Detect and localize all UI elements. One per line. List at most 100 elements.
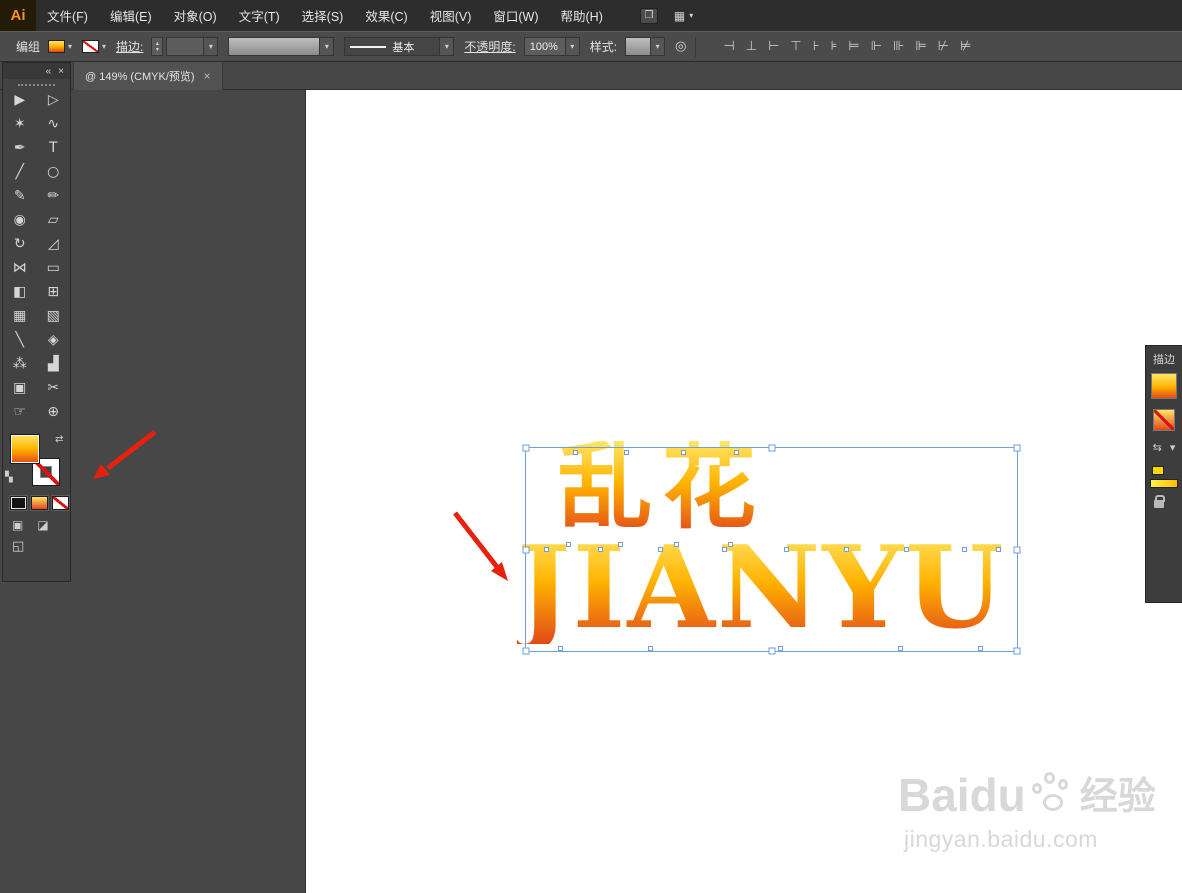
anchor-point[interactable] — [844, 547, 849, 552]
magic-wand-tool[interactable]: ✶ — [6, 113, 34, 135]
distribute-horizontal-center-icon[interactable]: ⊬ — [938, 39, 949, 54]
menu-edit[interactable]: 编辑(E) — [99, 0, 163, 31]
stroke-weight-select[interactable]: ▾ — [166, 37, 219, 56]
none-button[interactable] — [52, 496, 69, 510]
anchor-point[interactable] — [566, 542, 571, 547]
selection-handle[interactable] — [1013, 444, 1021, 452]
selection-handle[interactable] — [522, 444, 530, 452]
swap-fill-stroke-icon[interactable]: ⇄ — [55, 434, 63, 445]
menu-effect[interactable]: 效果(C) — [354, 0, 418, 31]
close-icon[interactable]: × — [204, 69, 211, 83]
stepper-down-icon[interactable]: ▾ — [156, 47, 159, 53]
anchor-point[interactable] — [681, 450, 686, 455]
color-button[interactable] — [10, 496, 27, 510]
selection-handle[interactable] — [1013, 546, 1021, 553]
direct-selection-tool[interactable]: ▷ — [39, 89, 67, 111]
perspective-grid-tool[interactable]: ⊞ — [39, 281, 67, 303]
panel-grip[interactable] — [18, 81, 55, 86]
menu-file[interactable]: 文件(F) — [36, 0, 99, 31]
fill-indicator[interactable] — [10, 434, 40, 464]
anchor-point[interactable] — [962, 547, 967, 552]
line-segment-tool[interactable]: ╱ — [6, 161, 34, 183]
anchor-point[interactable] — [778, 646, 783, 651]
gradient-slider-bar[interactable] — [1150, 479, 1178, 488]
selection-handle[interactable] — [1013, 647, 1021, 655]
mesh-tool[interactable]: ▦ — [6, 305, 34, 327]
stroke-weight-stepper[interactable]: ▴ ▾ — [151, 37, 164, 56]
menu-view[interactable]: 视图(V) — [419, 0, 483, 31]
align-vertical-middle-icon[interactable]: ⊦ — [813, 39, 820, 54]
workspace-switcher[interactable]: ▦ ▾ — [674, 9, 693, 23]
gradient-fill-swatch[interactable] — [1151, 373, 1177, 399]
draw-normal-icon[interactable]: ▣ — [12, 518, 23, 532]
pen-tool[interactable]: ✒ — [6, 137, 34, 159]
artboard-tool[interactable]: ▣ — [6, 377, 34, 399]
selection-handle[interactable] — [768, 444, 775, 452]
gradient-stop-swatch[interactable] — [1152, 466, 1164, 475]
ellipse-tool[interactable]: ○ — [39, 161, 67, 183]
align-horizontal-center-icon[interactable]: ⊥ — [746, 39, 757, 54]
selection-handle[interactable] — [522, 546, 530, 553]
align-vertical-bottom-icon[interactable]: ⊧ — [831, 39, 838, 54]
free-transform-tool[interactable]: ▭ — [39, 257, 67, 279]
anchor-point[interactable] — [544, 547, 549, 552]
distribute-left-icon[interactable]: ⊫ — [915, 39, 926, 54]
paintbrush-tool[interactable]: ✎ — [6, 185, 34, 207]
type-tool[interactable]: T — [39, 137, 67, 159]
lock-icon[interactable] — [1154, 495, 1165, 508]
anchor-point[interactable] — [573, 450, 578, 455]
chevron-down-icon[interactable]: ▾ — [1170, 441, 1176, 454]
blob-brush-tool[interactable]: ◉ — [6, 209, 34, 231]
stroke-panel-link[interactable]: 描边: — [116, 38, 143, 55]
width-tool[interactable]: ⋈ — [6, 257, 34, 279]
shape-builder-tool[interactable]: ◧ — [6, 281, 34, 303]
selection-tool[interactable]: ▶ — [6, 89, 34, 111]
gradient-tool[interactable]: ▧ — [39, 305, 67, 327]
close-icon[interactable]: × — [58, 66, 64, 77]
scale-tool[interactable]: ◿ — [39, 233, 67, 255]
document-setup-icon[interactable]: ◎ — [675, 39, 686, 54]
distribute-right-icon[interactable]: ⊭ — [960, 39, 971, 54]
anchor-point[interactable] — [598, 547, 603, 552]
fill-color-dropdown[interactable]: ▾ — [48, 40, 72, 53]
rotate-tool[interactable]: ↻ — [6, 233, 34, 255]
anchor-point[interactable] — [674, 542, 679, 547]
eyedropper-tool[interactable]: ╲ — [6, 329, 34, 351]
hand-tool[interactable]: ☞ — [6, 401, 34, 423]
document-tab[interactable]: @ 149% (CMYK/预览) × — [73, 61, 223, 90]
opacity-select[interactable]: 100% ▾ — [523, 37, 580, 56]
menu-object[interactable]: 对象(O) — [163, 0, 228, 31]
anchor-point[interactable] — [784, 547, 789, 552]
reverse-gradient-icon[interactable]: ⇆ — [1153, 441, 1162, 454]
menu-help[interactable]: 帮助(H) — [550, 0, 614, 31]
bridge-icon[interactable]: ❐ — [639, 7, 658, 24]
anchor-point[interactable] — [734, 450, 739, 455]
stroke-color-dropdown[interactable]: ▾ — [82, 40, 106, 53]
align-horizontal-right-icon[interactable]: ⊢ — [768, 39, 779, 54]
distribute-vertical-center-icon[interactable]: ⊩ — [871, 39, 882, 54]
align-horizontal-left-icon[interactable]: ⊣ — [723, 39, 734, 54]
default-fill-stroke-icon[interactable]: ▚ — [5, 472, 13, 483]
anchor-point[interactable] — [904, 547, 909, 552]
anchor-point[interactable] — [978, 646, 983, 651]
screen-mode-icon[interactable]: ◱ — [12, 539, 24, 554]
anchor-point[interactable] — [658, 547, 663, 552]
menu-window[interactable]: 窗口(W) — [482, 0, 549, 31]
selection-bounding-box[interactable] — [522, 444, 1021, 655]
gradient-button[interactable] — [31, 496, 48, 510]
menu-select[interactable]: 选择(S) — [291, 0, 355, 31]
column-graph-tool[interactable]: ▟ — [39, 353, 67, 375]
symbol-sprayer-tool[interactable]: ⁂ — [6, 353, 34, 375]
opacity-link[interactable]: 不透明度: — [464, 38, 515, 55]
distribute-bottom-icon[interactable]: ⊪ — [893, 39, 904, 54]
zoom-tool[interactable]: ⊕ — [39, 401, 67, 423]
anchor-point[interactable] — [618, 542, 623, 547]
distribute-top-icon[interactable]: ⊨ — [848, 39, 859, 54]
blend-tool[interactable]: ◈ — [39, 329, 67, 351]
anchor-point[interactable] — [898, 646, 903, 651]
anchor-point[interactable] — [996, 547, 1001, 552]
anchor-point[interactable] — [722, 547, 727, 552]
pencil-tool[interactable]: ✏ — [39, 185, 67, 207]
align-vertical-top-icon[interactable]: ⊤ — [790, 39, 801, 54]
menu-type[interactable]: 文字(T) — [228, 0, 291, 31]
